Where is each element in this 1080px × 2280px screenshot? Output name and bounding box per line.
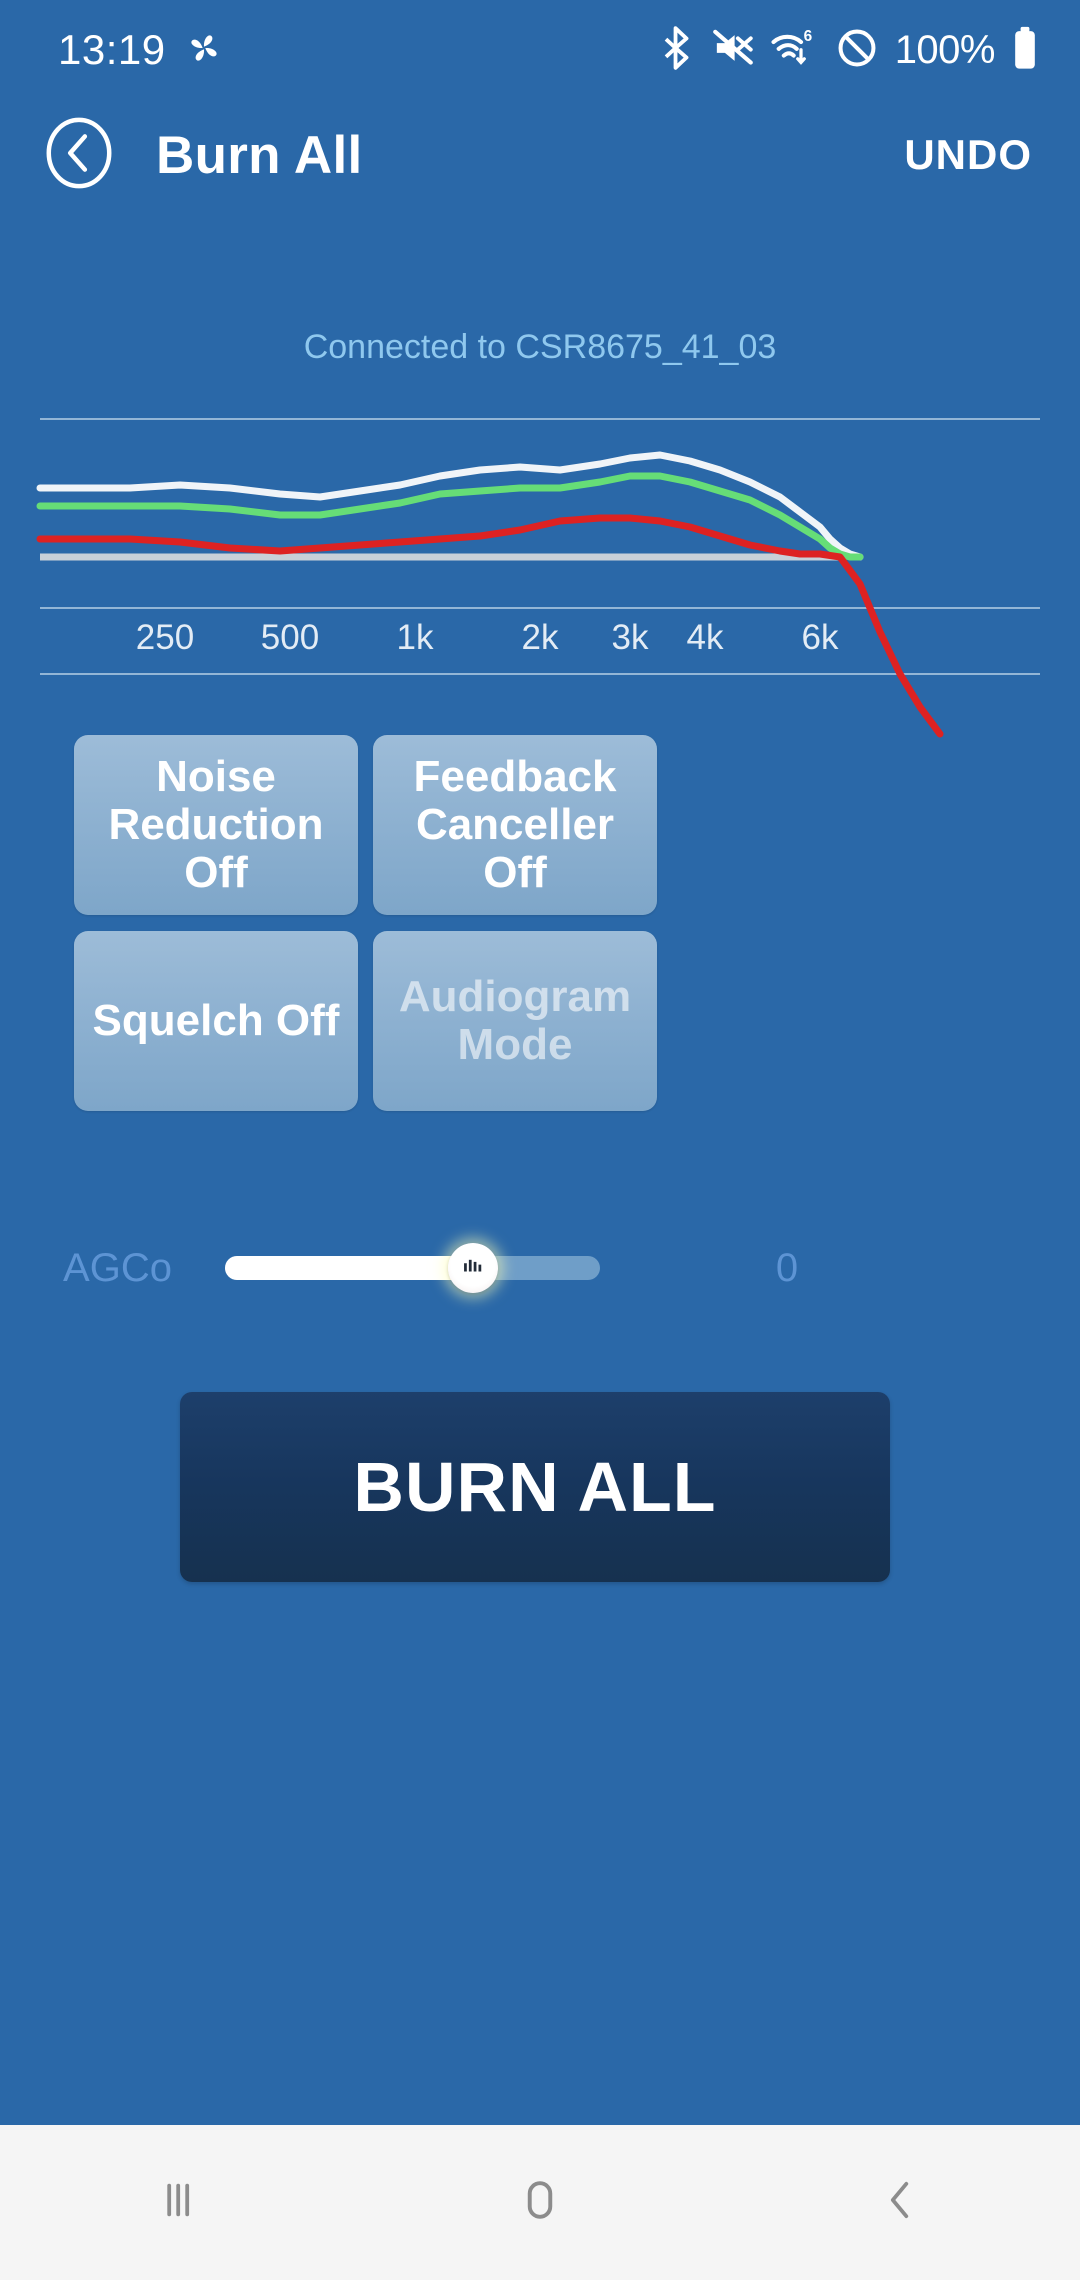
back-button[interactable] xyxy=(40,116,118,194)
agco-slider-value: 0 xyxy=(775,1245,799,1290)
agco-slider[interactable] xyxy=(225,1243,600,1293)
toggle-row-2: Squelch Off Audiogram Mode xyxy=(74,931,1006,1111)
nav-recents-button[interactable] xyxy=(0,2173,360,2232)
system-nav-bar xyxy=(0,2125,1080,2280)
audiogram-mode-toggle[interactable]: Audiogram Mode xyxy=(373,931,657,1111)
chart-x-axis-labels: 250 500 1k 2k 3k 4k 6k xyxy=(0,618,1080,664)
back-chevron-circle-icon xyxy=(40,114,118,197)
undo-button[interactable]: UNDO xyxy=(904,131,1032,179)
battery-icon xyxy=(1012,26,1038,75)
status-bar-right: 6 100% xyxy=(659,25,1038,75)
connection-status: Connected to CSR8675_41_03 xyxy=(303,328,777,366)
chart-x-tick-1k: 1k xyxy=(396,618,434,657)
chart-x-tick-6k: 6k xyxy=(801,618,839,657)
toggle-row-1: Noise Reduction Off Feedback Canceller Off xyxy=(74,735,1006,915)
chart-x-tick-3k: 3k xyxy=(611,618,649,657)
mute-icon xyxy=(712,28,754,73)
squelch-toggle[interactable]: Squelch Off xyxy=(74,931,358,1111)
burn-all-button[interactable]: BURN ALL xyxy=(180,1392,890,1582)
dnd-icon xyxy=(836,27,878,74)
chart-x-tick-2k: 2k xyxy=(521,618,559,657)
page-title: Burn All xyxy=(156,125,363,185)
recents-icon xyxy=(153,2173,207,2232)
battery-percent-label: 100% xyxy=(894,27,996,72)
equalizer-bars-icon xyxy=(462,1255,484,1282)
back-icon xyxy=(873,2173,927,2232)
svg-text:6: 6 xyxy=(803,28,812,45)
slider-thumb[interactable] xyxy=(447,1243,498,1293)
feedback-canceller-label: Feedback Canceller Off xyxy=(413,752,617,897)
noise-reduction-label: Noise Reduction Off xyxy=(108,752,324,897)
toggle-button-grid: Noise Reduction Off Feedback Canceller Off… xyxy=(74,735,1006,1127)
slider-fill xyxy=(225,1256,473,1280)
nav-home-button[interactable] xyxy=(360,2172,720,2233)
agco-slider-row: AGCo 0 xyxy=(0,1218,1080,1318)
nav-back-button[interactable] xyxy=(720,2173,1080,2232)
home-icon xyxy=(512,2172,568,2233)
chart-x-tick-250: 250 xyxy=(135,618,195,657)
chart-x-tick-500: 500 xyxy=(260,618,320,657)
wifi-6-icon: 6 xyxy=(771,27,819,74)
agco-slider-label: AGCo xyxy=(63,1245,172,1290)
status-clock: 13:19 xyxy=(58,26,166,73)
pinwheel-icon xyxy=(184,28,224,73)
squelch-label: Squelch Off xyxy=(92,996,340,1046)
status-bar-left: 13:19 xyxy=(58,26,224,74)
app-header: Burn All UNDO xyxy=(0,100,1080,210)
noise-reduction-toggle[interactable]: Noise Reduction Off xyxy=(74,735,358,915)
chart-x-tick-4k: 4k xyxy=(686,618,724,657)
feedback-canceller-toggle[interactable]: Feedback Canceller Off xyxy=(373,735,657,915)
audiogram-mode-label: Audiogram Mode xyxy=(398,972,632,1069)
bluetooth-icon xyxy=(659,25,695,75)
status-bar: 13:19 6 100% xyxy=(0,0,1080,100)
